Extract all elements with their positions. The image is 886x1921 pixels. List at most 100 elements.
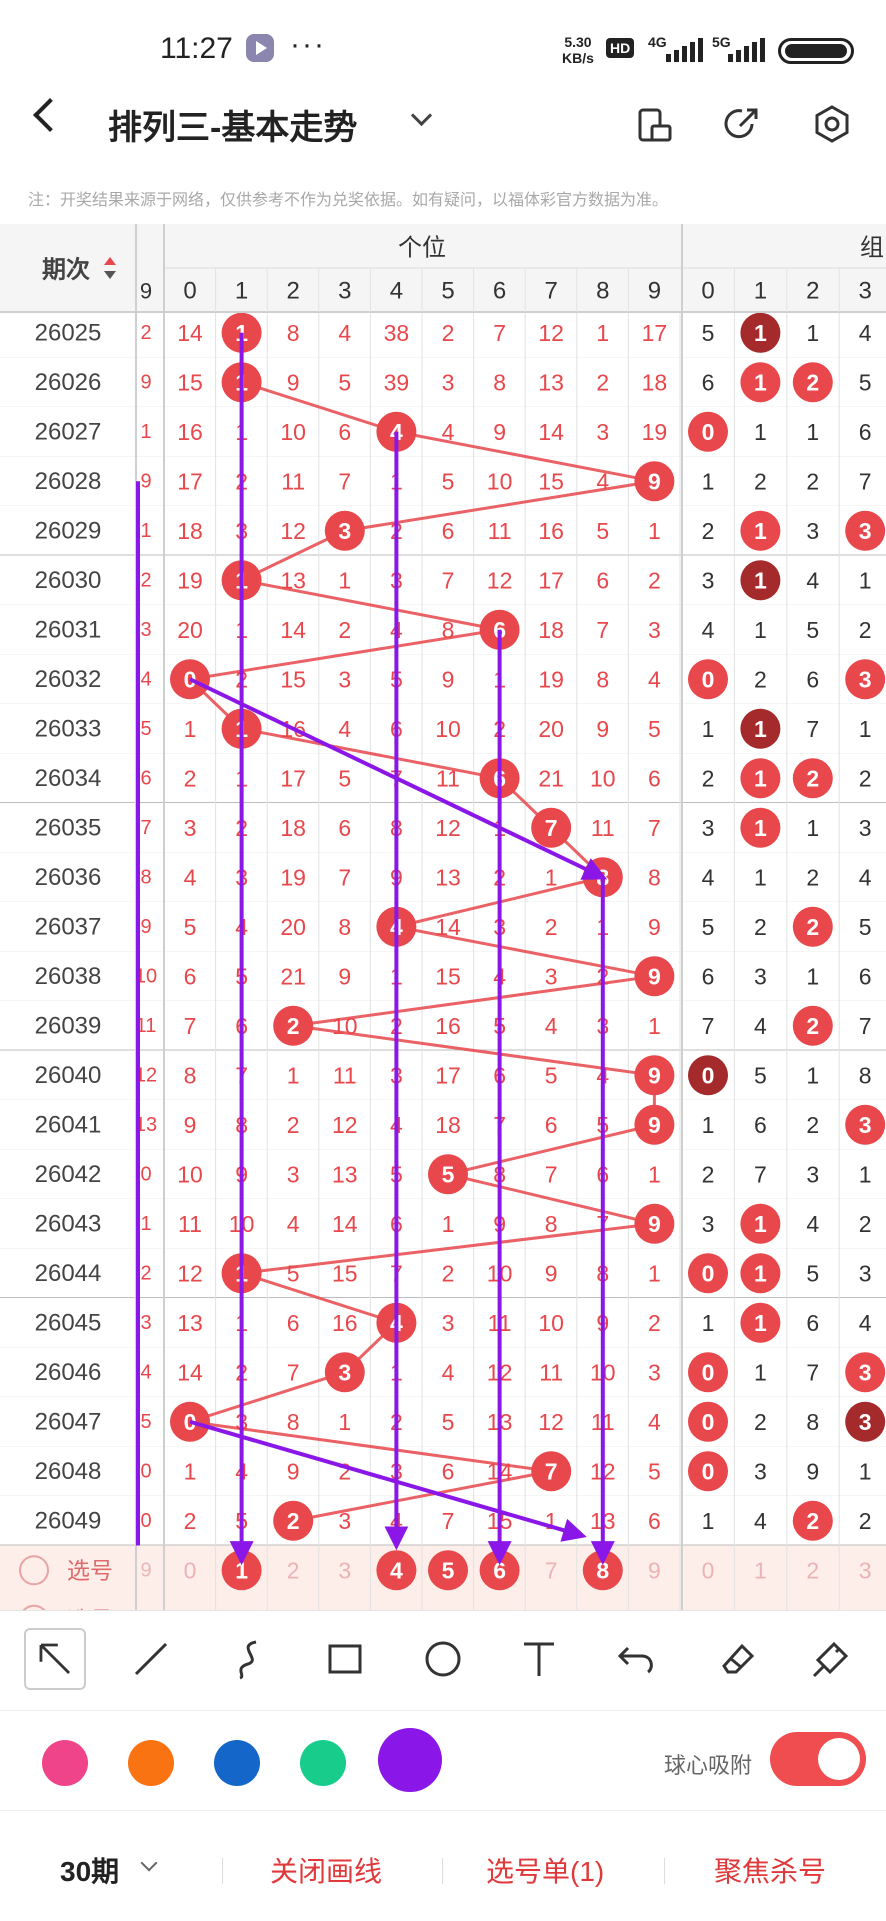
cell-value: 2 [338,617,351,643]
text-tool-icon[interactable] [508,1628,570,1690]
chevron-down-icon[interactable] [410,104,433,127]
phone-rotate-icon[interactable] [636,104,676,144]
signal-icon [728,38,768,62]
cell-value: 21 [538,765,564,791]
partial-cell-value: 4 [140,1361,151,1383]
group-cell-value: 2 [859,1211,872,1237]
page-title[interactable]: 排列三-基本走势 [108,100,357,149]
divider [664,1858,665,1884]
group-cell-value: 1 [754,864,767,890]
cell-value: 10 [538,1310,564,1336]
group-header-units: 个位 [398,235,446,262]
cell-value: 1 [184,1458,197,1484]
group-hit-value: 3 [859,518,872,544]
arrow-tool-icon[interactable] [24,1628,86,1690]
undo-tool-icon[interactable] [606,1628,668,1690]
period-label: 26037 [35,913,102,940]
cell-value: 6 [338,419,351,445]
selection-list-button[interactable]: 选号单(1) [486,1850,604,1890]
digit-header: 9 [648,278,661,305]
cell-value: 9 [338,963,351,989]
cell-value: 15 [177,369,203,395]
group-cell-value: 8 [806,1409,819,1435]
curve-tool-icon[interactable] [218,1628,280,1690]
cell-value: 7 [338,468,351,494]
trend-chart[interactable]: 26025 2 14 8 4 38 2 7 12 1 17 5 1 4 26026 9 15 9 5 39 3 8 13 2 1… [0,224,886,1610]
group-cell-value: 1 [806,320,819,346]
cell-value: 5 [596,518,609,544]
cell-value: 1 [545,864,558,890]
period-label: 26035 [35,814,102,841]
cell-value: 7 [338,864,351,890]
cell-value: 13 [538,369,564,395]
cell-value: 2 [442,1260,455,1286]
hit-value: 9 [648,1211,661,1237]
group-cell-value: 8 [859,1062,872,1088]
eraser-tool-icon[interactable] [704,1628,766,1690]
period-label: 26043 [35,1210,102,1237]
settings-icon[interactable] [812,104,852,144]
cell-value: 2 [442,320,455,346]
color-swatch[interactable] [128,1740,174,1786]
cell-value: 11 [591,815,615,841]
cell-value: 16 [177,419,203,445]
divider [222,1858,223,1884]
group-hit-value: 3 [859,666,872,692]
period-label: 26041 [35,1111,102,1138]
color-swatch[interactable] [42,1740,88,1786]
group-cell-value: 6 [754,1112,767,1138]
select-number: 0 [184,1557,197,1583]
group-digit-header: 2 [806,278,819,305]
hit-value: 2 [287,1013,300,1039]
focus-kill-button[interactable]: 聚焦杀号 [714,1850,826,1890]
group-hit-value: 3 [859,1112,872,1138]
color-swatch[interactable] [378,1728,442,1792]
period-label: 26034 [35,765,102,792]
period-count-selector[interactable]: 30期 [60,1850,119,1890]
ball-snap-toggle[interactable] [770,1732,866,1786]
clear-brush-tool-icon[interactable] [800,1628,862,1690]
color-swatch[interactable] [300,1740,346,1786]
cell-value: 3 [338,666,351,692]
signal-icon [666,38,706,62]
trend-grid[interactable]: 26025 2 14 8 4 38 2 7 12 1 17 5 1 426026 9 15 9 5 39 3 8 13 2 1… [0,224,886,1610]
group-hit-value: 2 [806,765,819,791]
close-lines-button[interactable]: 关闭画线 [270,1850,382,1890]
select-group-number: 2 [806,1557,819,1583]
group-cell-value: 3 [806,1161,819,1187]
group-cell-value: 7 [806,716,819,742]
group-cell-value: 3 [702,815,715,841]
color-swatch[interactable] [214,1740,260,1786]
cell-value: 39 [384,369,410,395]
cell-value: 12 [332,1112,358,1138]
group-cell-value: 5 [806,1260,819,1286]
status-bar: 11:27 ··· 5.30 KB/s HD 4G 5G [0,0,886,100]
digit-header: 4 [390,278,403,305]
cell-value: 5 [338,765,351,791]
partial-cell-value: 9 [140,1559,151,1581]
cell-value: 5 [442,1409,455,1435]
back-icon[interactable] [33,98,67,132]
cell-value: 19 [177,567,203,593]
cell-value: 18 [435,1112,461,1138]
cell-value: 4 [338,320,351,346]
group-digit-header: 0 [701,278,714,305]
group-hit-value: 1 [754,320,767,346]
cell-value: 20 [280,914,306,940]
group-hit-value: 1 [754,1260,767,1286]
cell-value: 7 [545,1161,558,1187]
cell-value: 1 [184,716,197,742]
digit-header: 3 [338,278,351,305]
group-hit-value: 0 [702,1062,715,1088]
cell-value: 2 [184,765,197,791]
group-cell-value: 7 [754,1161,767,1187]
cell-value: 1 [338,1409,351,1435]
circle-tool-icon[interactable] [412,1628,474,1690]
line-tool-icon[interactable] [120,1628,182,1690]
cell-value: 14 [177,1359,203,1385]
share-icon[interactable] [722,104,762,144]
cell-value: 11 [488,518,512,544]
cell-value: 16 [332,1310,358,1336]
partial-cell-value: 1 [140,421,151,443]
rectangle-tool-icon[interactable] [314,1628,376,1690]
